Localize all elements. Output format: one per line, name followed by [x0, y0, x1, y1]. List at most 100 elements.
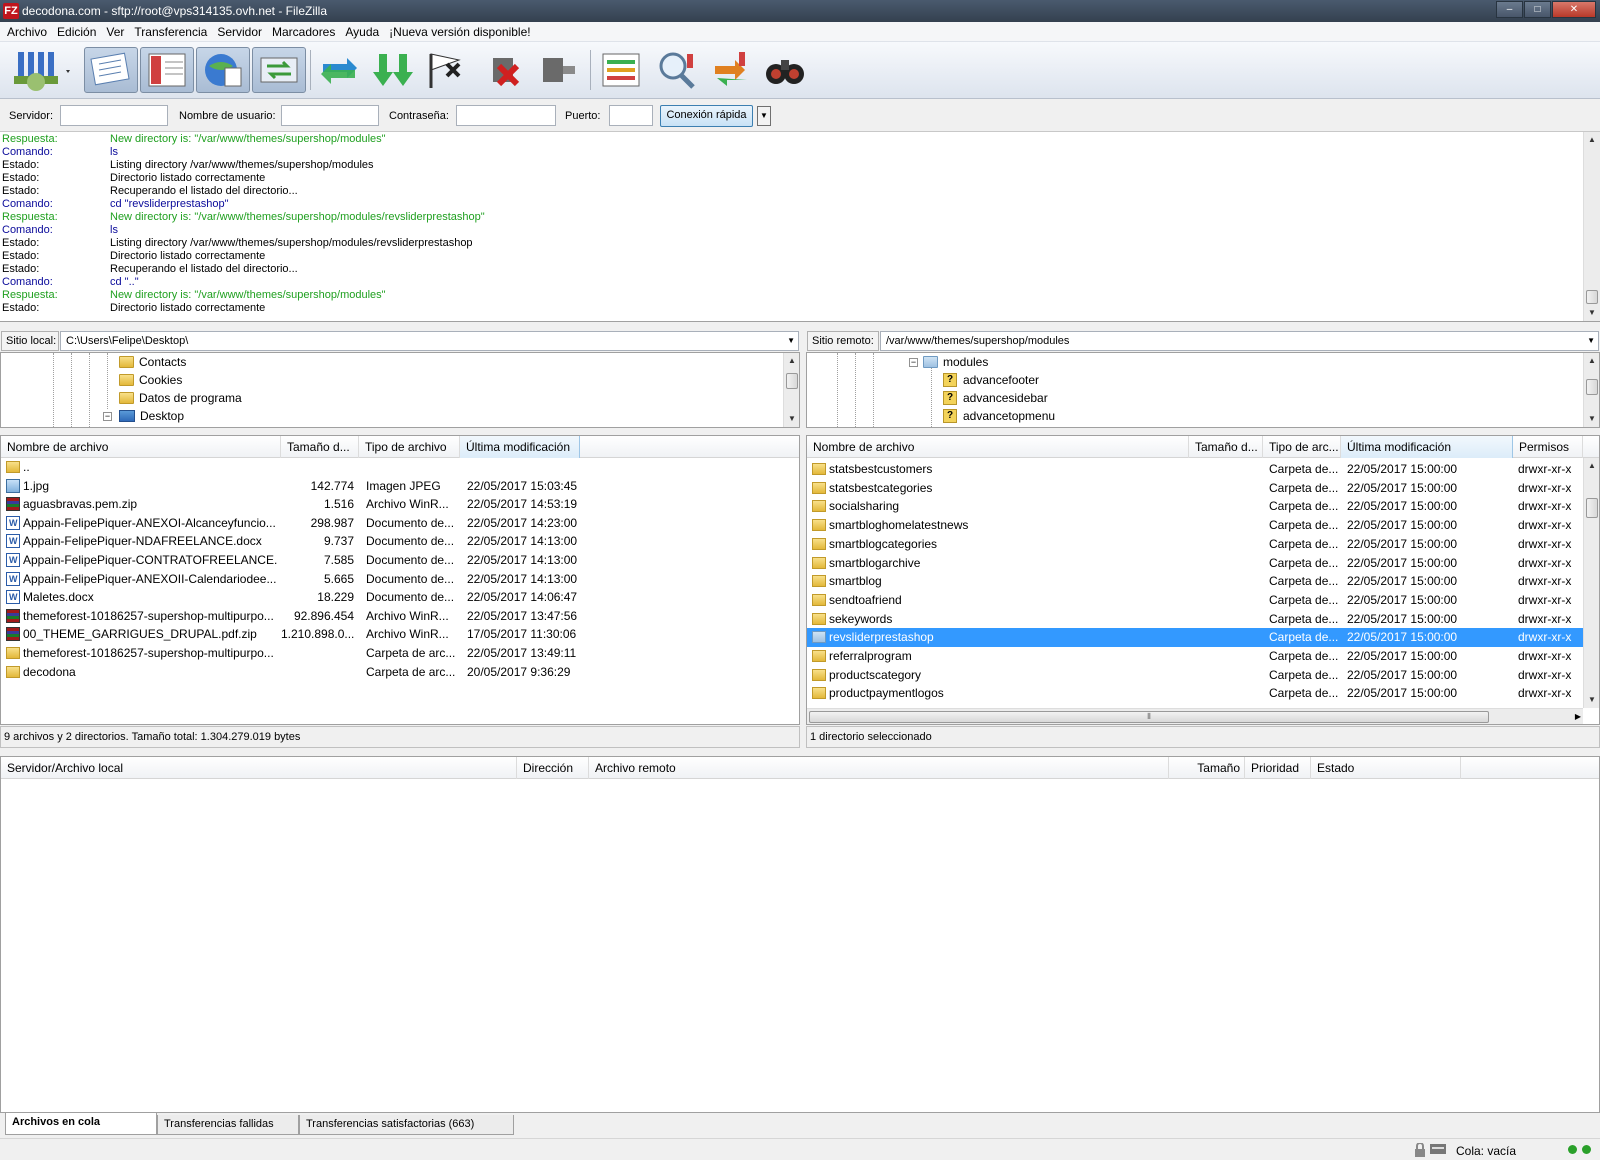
menu-marcadores[interactable]: Marcadores — [268, 25, 339, 39]
directory-filter-button[interactable] — [596, 47, 646, 93]
table-row[interactable]: 1.jpg 142.774 Imagen JPEG 22/05/2017 15:03:… — [1, 477, 799, 496]
menu-transferencia[interactable]: Transferencia — [130, 25, 211, 39]
local-path-input[interactable]: C:\Users\Felipe\Desktop\ ▼ — [60, 331, 799, 351]
table-row[interactable]: smartbloghomelatestnews Carpeta de... 22/0… — [807, 516, 1583, 535]
remote-tree-scrollbar[interactable]: ▲ ▼ — [1583, 353, 1599, 427]
table-row[interactable]: .. — [1, 458, 799, 477]
table-row[interactable]: sendtoafriend Carpeta de... 22/05/2017 15:… — [807, 591, 1583, 610]
table-row[interactable]: smartblog Carpeta de... 22/05/2017 15:00:0… — [807, 572, 1583, 591]
queue-col-remote[interactable]: Archivo remoto — [589, 757, 1169, 779]
password-input[interactable] — [456, 105, 556, 126]
table-row[interactable]: revsliderprestashop Carpeta de... 22/05/20… — [807, 628, 1583, 648]
table-row[interactable]: productpaymentlogos Carpeta de... 22/05/20… — [807, 684, 1583, 703]
remote-col-size[interactable]: Tamaño d... — [1189, 436, 1263, 458]
cancel-operation-button[interactable] — [422, 47, 472, 93]
remote-col-modified[interactable]: Última modificación — [1341, 436, 1513, 458]
scroll-thumb[interactable] — [1586, 379, 1598, 395]
menu-ayuda[interactable]: Ayuda — [341, 25, 383, 39]
queue-col-priority[interactable]: Prioridad — [1245, 757, 1311, 779]
scroll-down-icon[interactable]: ▼ — [784, 411, 799, 427]
remote-col-permissions[interactable]: Permisos — [1513, 436, 1583, 458]
scroll-up-icon[interactable]: ▲ — [1584, 458, 1599, 474]
queue-col-status[interactable]: Estado — [1311, 757, 1461, 779]
scroll-thumb[interactable] — [1586, 290, 1598, 304]
toggle-remote-tree-button[interactable] — [196, 47, 250, 93]
chevron-down-icon[interactable]: ▼ — [1587, 332, 1595, 350]
toggle-local-tree-button[interactable] — [140, 47, 194, 93]
table-row[interactable]: aguasbravas.pem.zip 1.516 Archivo WinR... 2… — [1, 495, 799, 514]
table-row[interactable]: smartblogarchive Carpeta de... 22/05/2017 … — [807, 554, 1583, 573]
scroll-down-icon[interactable]: ▼ — [1584, 305, 1600, 321]
scroll-up-icon[interactable]: ▲ — [1584, 132, 1600, 148]
table-row[interactable]: Appain-FelipePiquer-NDAFREELANCE.docx 9.7… — [1, 532, 799, 551]
log-scrollbar[interactable]: ▲ ▼ — [1583, 132, 1600, 321]
minimize-button[interactable]: – — [1496, 1, 1523, 18]
chevron-down-icon[interactable]: ▼ — [787, 332, 795, 350]
reconnect-button[interactable] — [534, 47, 584, 93]
tab-archivos-en-cola[interactable]: Archivos en cola — [5, 1113, 157, 1135]
remote-list-hscrollbar[interactable]: ⦀ ▶ — [807, 708, 1583, 724]
queue-col-direction[interactable]: Dirección — [517, 757, 589, 779]
menu-ver[interactable]: Ver — [102, 25, 128, 39]
table-row[interactable]: themeforest-10186257-supershop-multipurp… — [1, 644, 799, 663]
table-row[interactable]: statsbestcustomers Carpeta de... 22/05/201… — [807, 460, 1583, 479]
queue-col-size[interactable]: Tamaño — [1169, 757, 1245, 779]
toggle-queue-button[interactable] — [252, 47, 306, 93]
table-row[interactable]: smartblogcategories Carpeta de... 22/05/20… — [807, 535, 1583, 554]
scroll-up-icon[interactable]: ▲ — [784, 353, 799, 369]
table-row[interactable]: 00_THEME_GARRIGUES_DRUPAL.pdf.zip 1.210.8… — [1, 625, 799, 644]
table-row[interactable]: decodona Carpeta de arc... 20/05/2017 9:36… — [1, 663, 799, 682]
port-input[interactable] — [609, 105, 653, 126]
scroll-thumb[interactable] — [1586, 498, 1598, 518]
menu-nueva-version[interactable]: ¡Nueva versión disponible! — [385, 25, 534, 39]
host-input[interactable] — [60, 105, 168, 126]
search-button[interactable] — [760, 47, 810, 93]
table-row[interactable]: themeforest-10186257-supershop-multipurp… — [1, 607, 799, 626]
tree-item-advancetopmenu[interactable]: ? advancetopmenu — [943, 407, 1055, 425]
remote-col-name[interactable]: Nombre de archivo — [807, 436, 1189, 458]
table-row[interactable]: Appain-FelipePiquer-ANEXOI-Alcanceyfunci… — [1, 514, 799, 533]
maximize-button[interactable]: □ — [1524, 1, 1551, 18]
scroll-thumb[interactable]: ⦀ — [809, 711, 1489, 723]
table-row[interactable]: productscategory Carpeta de... 22/05/2017 … — [807, 666, 1583, 685]
tree-item-datos-de-programa[interactable]: Datos de programa — [119, 389, 242, 407]
close-button[interactable]: ✕ — [1552, 1, 1596, 18]
collapse-icon[interactable]: − — [909, 358, 918, 367]
tree-item-advancesidebar[interactable]: ? advancesidebar — [943, 389, 1048, 407]
scroll-thumb[interactable] — [786, 373, 798, 389]
tree-item-modules[interactable]: modules — [923, 353, 988, 371]
sync-browse-button[interactable] — [706, 47, 756, 93]
table-row[interactable]: socialsharing Carpeta de... 22/05/2017 15:… — [807, 497, 1583, 516]
local-col-name[interactable]: Nombre de archivo — [1, 436, 281, 458]
table-row[interactable]: Appain-FelipePiquer-CONTRATOFREELANCE...… — [1, 551, 799, 570]
remote-path-input[interactable]: /var/www/themes/supershop/modules ▼ — [880, 331, 1599, 351]
disconnect-button[interactable] — [480, 47, 530, 93]
username-input[interactable] — [281, 105, 379, 126]
local-col-size[interactable]: Tamaño d... — [281, 436, 359, 458]
scroll-down-icon[interactable]: ▼ — [1584, 692, 1599, 708]
table-row[interactable]: referralprogram Carpeta de... 22/05/2017 1… — [807, 647, 1583, 666]
site-manager-button[interactable] — [6, 47, 78, 93]
local-tree-scrollbar[interactable]: ▲ ▼ — [783, 353, 799, 427]
menu-servidor[interactable]: Servidor — [213, 25, 266, 39]
table-row[interactable]: Maletes.docx 18.229 Documento de... 22/05/2… — [1, 588, 799, 607]
tree-item-advancefooter[interactable]: ? advancefooter — [943, 371, 1039, 389]
scroll-down-icon[interactable]: ▼ — [1584, 411, 1599, 427]
tree-item-cookies[interactable]: Cookies — [119, 371, 182, 389]
menu-archivo[interactable]: Archivo — [3, 25, 51, 39]
refresh-button[interactable] — [314, 47, 364, 93]
remote-col-type[interactable]: Tipo de arc... — [1263, 436, 1341, 458]
menu-edicion[interactable]: Edición — [53, 25, 100, 39]
local-col-modified[interactable]: Última modificación — [460, 436, 580, 458]
tree-item-desktop[interactable]: Desktop — [119, 407, 184, 425]
directory-compare-button[interactable] — [652, 47, 702, 93]
tab-transferencias-fallidas[interactable]: Transferencias fallidas — [157, 1115, 299, 1135]
process-queue-button[interactable] — [368, 47, 418, 93]
collapse-icon[interactable]: − — [103, 412, 112, 421]
local-col-type[interactable]: Tipo de archivo — [359, 436, 460, 458]
toggle-log-button[interactable] — [84, 47, 138, 93]
table-row[interactable]: statsbestcategories Carpeta de... 22/05/20… — [807, 479, 1583, 498]
remote-list-scrollbar[interactable]: ▲ ▼ — [1583, 458, 1599, 708]
scroll-right-icon[interactable]: ▶ — [1575, 709, 1581, 724]
tab-transferencias-satisfactorias[interactable]: Transferencias satisfactorias (663) — [299, 1115, 514, 1135]
